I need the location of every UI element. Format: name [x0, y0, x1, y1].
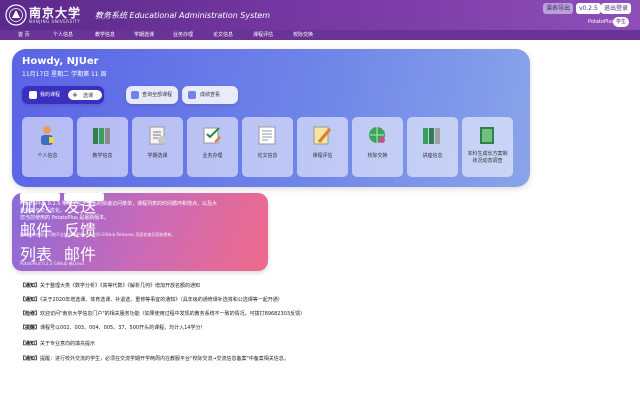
tile-thesis[interactable]: 论文信息 — [242, 117, 293, 177]
nav-personal[interactable]: 个人信息 — [53, 30, 73, 40]
send-feedback-button[interactable]: 发送反馈邮件 — [64, 193, 104, 264]
plugin-badge: 学生 — [613, 17, 630, 27]
join-mailing-list-button[interactable]: 加入邮件列表 — [20, 193, 60, 264]
news-text: 关于整理大类《数学分析》《高等代数》《解析几何》增加开放名额的通知 — [40, 283, 201, 289]
top-header: 南京大学 NANJING UNIVERSITY 教务系统 Educational… — [0, 0, 640, 30]
calendar-icon — [29, 91, 37, 99]
news-text: 提醒：进行校外交流的学生，必须在交流学期开学两周内在教服平台"校际交流→交流信息… — [40, 356, 289, 362]
main-nav: 首 页 个人信息 教学信息 学期选课 业务办理 论文信息 课程评估 校际交换 — [0, 30, 640, 40]
my-courses-button[interactable]: 我的课程 + 选课 — [22, 86, 104, 104]
tile-label: 本科生成长方案制 — [467, 151, 508, 157]
news-item[interactable]: 【通知】关于专业意向的填充提示 — [20, 341, 95, 348]
plus-icon: + — [72, 91, 78, 99]
news-item[interactable]: 【通知】关于整理大类《数学分析》《高等代数》《解析几何》增加开放名额的通知 — [20, 283, 200, 290]
grades-button[interactable]: 成绩查看 — [182, 86, 238, 104]
brand-subtitle: NANJING UNIVERSITY — [29, 19, 81, 24]
books-icon — [423, 128, 440, 144]
news-tag: 【通知】 — [20, 341, 41, 347]
tile-label: 业务办理 — [202, 153, 223, 159]
nav-exchange[interactable]: 校际交换 — [293, 30, 313, 40]
tile-personal[interactable]: 个人信息 — [22, 117, 73, 177]
tile-lectures[interactable]: 讲座信息 — [407, 117, 458, 177]
tile-label-2: 状况动态调查 — [472, 158, 503, 164]
greeting: Howdy, NJUer — [22, 56, 99, 67]
tile-growth-survey[interactable]: 本科生成长方案制 状况动态调查 — [462, 117, 513, 177]
news-text: 关于专业意向的填充提示 — [40, 341, 96, 347]
logout-button[interactable]: 退出登录 — [601, 3, 632, 14]
classic-mode-button[interactable]: 课表导出 — [543, 3, 574, 14]
nav-evaluation[interactable]: 课程评估 — [253, 30, 273, 40]
globe-icon — [369, 127, 385, 143]
tile-label: 学期选课 — [147, 153, 168, 159]
books-icon — [93, 128, 110, 144]
tile-label: 论文信息 — [257, 153, 278, 159]
news-text: 欢迎访问"南京大学信息门户"的相关服务功能（如果使用过程中发现的教务系统不一致的… — [40, 311, 306, 317]
paper-icon — [149, 126, 166, 145]
grades-label: 成绩查看 — [200, 92, 221, 98]
news-tag: 【通知】 — [20, 283, 41, 289]
news-text: 《关于2020年增选课、体育选课、补退选、重修等事宜的通知》（具年级的通修课补选… — [40, 297, 283, 303]
book-icon — [480, 127, 494, 144]
tile-teaching[interactable]: 教学信息 — [77, 117, 128, 177]
date-line: 11月17日 星期二 学期第 11 周 — [22, 71, 107, 78]
add-course-label: 选课 — [83, 93, 94, 99]
my-courses-label: 我的课程 — [40, 92, 61, 98]
chart-icon — [188, 91, 196, 99]
nav-teaching[interactable]: 教学信息 — [95, 30, 115, 40]
tile-label: 校际交换 — [367, 153, 388, 159]
document-icon — [258, 126, 276, 145]
nav-thesis[interactable]: 论文信息 — [213, 30, 233, 40]
view-all-courses-button[interactable]: 查询全部课程 — [126, 86, 178, 104]
add-course-button[interactable]: + 选课 — [68, 90, 102, 100]
news-tag: 【通知】 — [20, 356, 41, 362]
person-icon — [41, 126, 54, 145]
view-all-label: 查询全部课程 — [142, 92, 173, 98]
search-icon — [131, 91, 139, 99]
news-text: 课程号以002、003、004、005、37、500开头的课程，均计入14学分！ — [40, 325, 206, 331]
university-seal-icon — [5, 4, 27, 26]
tile-label: 课程评估 — [312, 153, 333, 159]
tile-evaluation[interactable]: 课程评估 — [297, 117, 348, 177]
tile-selection[interactable]: 学期选课 — [132, 117, 183, 177]
news-item[interactable]: 【通知】提醒：进行校外交流的学生，必须在交流学期开学两周内在教服平台"校际交流→… — [20, 356, 289, 363]
news-item[interactable]: 【通知】《关于2020年增选课、体育选课、补退选、重修等事宜的通知》（具年级的通… — [20, 297, 283, 304]
pencil-icon — [313, 126, 332, 145]
tile-label: 教学信息 — [92, 153, 113, 159]
news-item[interactable]: 【提醒】课程号以002、003、004、005、37、500开头的课程，均计入1… — [20, 325, 205, 332]
nav-selection[interactable]: 学期选课 — [134, 30, 154, 40]
tile-business[interactable]: 业务办理 — [187, 117, 238, 177]
tile-label: 个人信息 — [37, 153, 58, 159]
checklist-icon — [203, 127, 221, 144]
tile-exchange[interactable]: 校际交换 — [352, 117, 403, 177]
version-badge: v0.2.5 — [576, 3, 601, 14]
news-tag: 【检修】 — [20, 311, 41, 317]
news-tag: 【通知】 — [20, 297, 41, 303]
news-tag: 【提醒】 — [20, 325, 41, 331]
nav-home[interactable]: 首 页 — [18, 30, 30, 40]
nav-business[interactable]: 业务办理 — [173, 30, 193, 40]
tile-label: 讲座信息 — [422, 153, 443, 159]
news-item[interactable]: 【检修】欢迎访问"南京大学信息门户"的相关服务功能（如果使用过程中发现的教务系统… — [20, 311, 305, 318]
system-title: 教务系统 Educational Administration System — [95, 11, 271, 20]
